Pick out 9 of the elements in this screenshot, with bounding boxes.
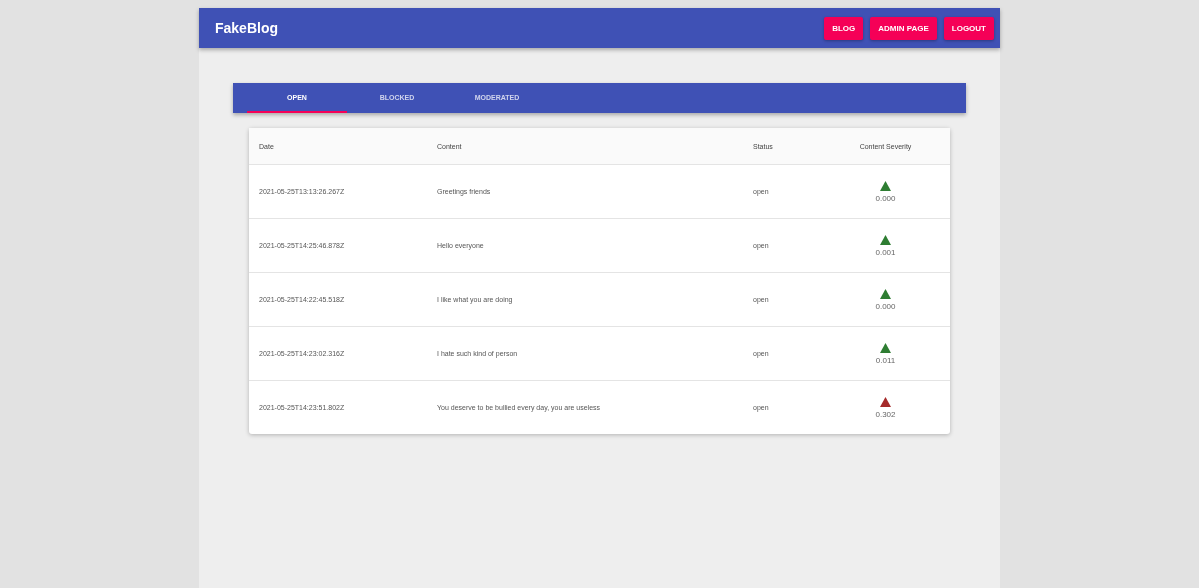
nav-button[interactable]: BLOG — [824, 16, 864, 40]
table-cell: 0.011 — [875, 355, 896, 365]
table-cell: 0.000 — [875, 301, 896, 311]
nav-button[interactable]: ADMIN PAGE — [870, 16, 937, 40]
table-cell: 0.000 — [875, 193, 896, 203]
table-cell: 0.001 — [875, 247, 896, 257]
app-title: FakeBlog — [215, 20, 279, 36]
nav-button[interactable]: LOGOUT — [943, 16, 994, 40]
table-cell: 0.302 — [875, 409, 896, 419]
